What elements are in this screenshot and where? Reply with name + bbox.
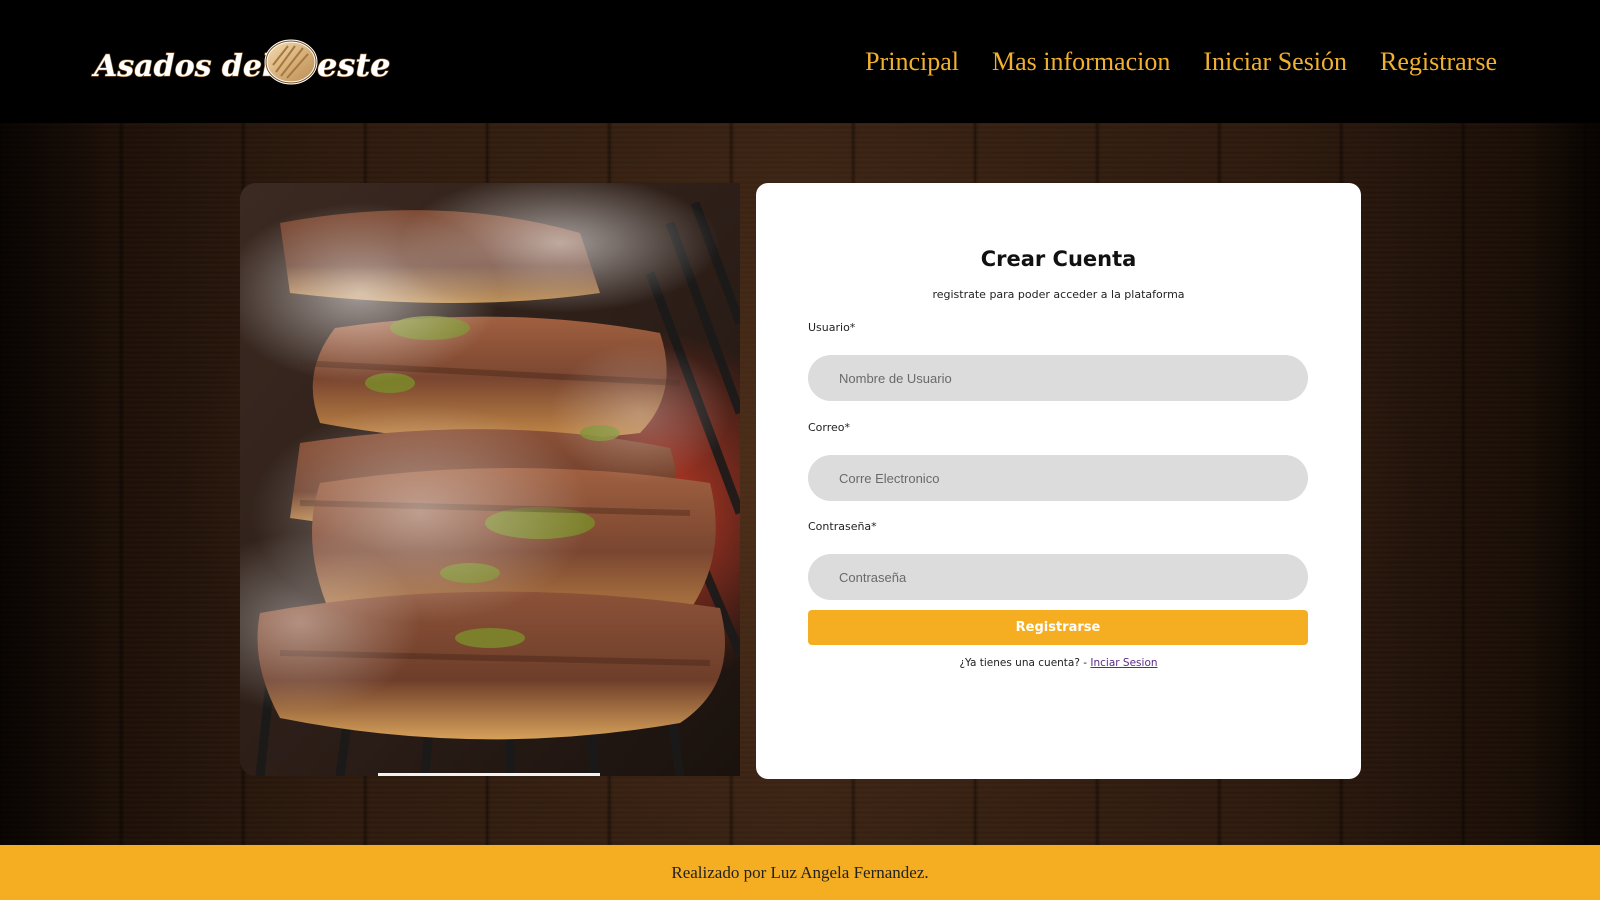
register-card: Crear Cuenta registrate para poder acced… <box>756 183 1361 779</box>
username-input[interactable] <box>808 355 1308 401</box>
form-subtitle: registrate para poder acceder a la plata… <box>932 288 1185 301</box>
main-nav: Principal Mas informacion Iniciar Sesión… <box>865 44 1497 80</box>
nav-registrarse[interactable]: Registrarse <box>1380 44 1497 80</box>
wood-slice-logo-icon <box>264 39 318 85</box>
top-header: Asados del este Principal Mas informacio… <box>0 0 1600 123</box>
footer-credit: Realizado por Luz Angela Fernandez. <box>671 863 929 882</box>
brand-logo[interactable]: Asados del este <box>90 38 400 90</box>
login-prompt-line: ¿Ya tienes una cuenta? - Inciar Sesion <box>756 657 1361 669</box>
wood-shadow-right <box>1530 123 1600 845</box>
email-label: Correo* <box>808 421 851 434</box>
nav-principal[interactable]: Principal <box>865 44 959 80</box>
email-input[interactable] <box>808 455 1308 501</box>
carousel-indicator <box>378 773 600 776</box>
grilled-steak-photo <box>240 183 740 776</box>
login-link[interactable]: Inciar Sesion <box>1090 657 1157 669</box>
username-label: Usuario* <box>808 321 856 334</box>
logo-text-2: este <box>317 46 391 84</box>
wood-shadow-left <box>0 123 110 845</box>
register-button[interactable]: Registrarse <box>808 610 1308 645</box>
steak-illustration <box>240 183 740 776</box>
logo-text-1: Asados del <box>91 49 273 84</box>
form-title: Crear Cuenta <box>980 247 1137 271</box>
login-prompt-text: ¿Ya tienes una cuenta? - <box>959 657 1091 669</box>
password-label: Contraseña* <box>808 520 877 533</box>
brand-logo-graphic: Asados del este <box>90 39 391 85</box>
nav-mas-informacion[interactable]: Mas informacion <box>992 44 1170 80</box>
footer: Realizado por Luz Angela Fernandez. <box>0 845 1600 900</box>
password-input[interactable] <box>808 554 1308 600</box>
nav-iniciar-sesion[interactable]: Iniciar Sesión <box>1203 44 1347 80</box>
